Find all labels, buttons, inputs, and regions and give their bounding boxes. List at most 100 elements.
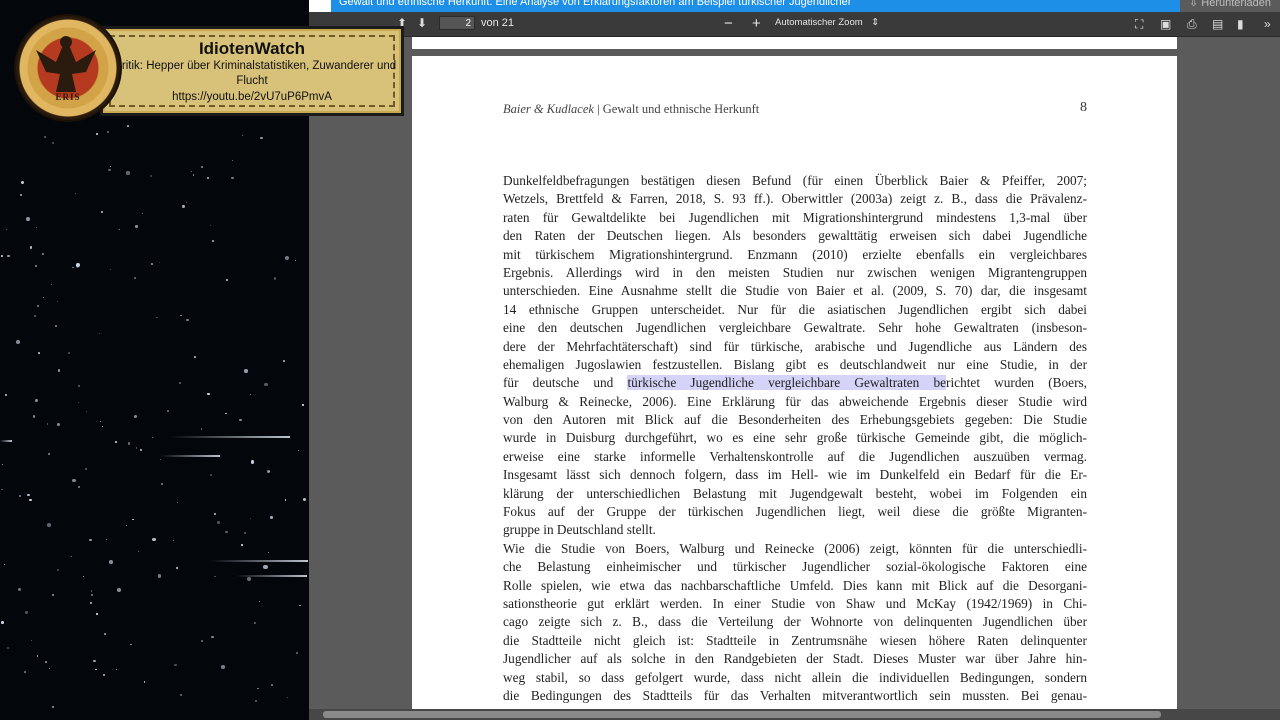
star-dot (71, 266, 74, 269)
star-dot (243, 532, 246, 535)
text-line: für deutsche und türkische Jugendliche v… (503, 374, 1087, 392)
star-dot (47, 522, 51, 527)
zoom-out-button[interactable]: − (724, 15, 733, 32)
text-line: eine den deutschen Jugendlichen vergleic… (503, 319, 1087, 337)
star-dot (44, 661, 47, 664)
page-number: 8 (1080, 100, 1087, 115)
light-streak (170, 436, 290, 438)
document-body: Dunkelfeldbefragungen bestätigen diesen … (503, 172, 1087, 705)
star-dot (20, 194, 23, 197)
star-dot (135, 225, 138, 228)
star-dot (242, 134, 244, 136)
zoom-select[interactable]: Automatischer Zoom ⇕ (771, 15, 885, 31)
star-dot (4, 393, 8, 396)
star-dot (250, 460, 255, 464)
star-dot (7, 254, 10, 258)
star-dot (284, 499, 287, 501)
star-dot (19, 495, 22, 498)
text-segment: raten für Gewaltdelikte bei Jugendlichen… (503, 209, 1087, 225)
text-line: dere der Mehrfachtäterschaft) sind für t… (503, 338, 1087, 356)
star-dot (271, 684, 274, 686)
star-dot (26, 217, 30, 221)
star-dot (200, 427, 203, 430)
star-dot (57, 300, 59, 302)
text-segment: Dunkelfeldbefragungen bestätigen diesen … (503, 173, 1087, 188)
star-dot (90, 590, 92, 592)
star-dot (213, 512, 216, 515)
star-dot (211, 636, 214, 639)
video-url[interactable]: https://youtu.be/2vU7uP6PmvA (103, 91, 401, 103)
text-line: sationstheorie gut erklärt werden. In ei… (503, 595, 1087, 613)
text-line: mit türkischem Migrationshintergrund. En… (503, 246, 1087, 264)
bookmark-icon[interactable]: ▮ (1237, 17, 1244, 31)
download-label: Herunterladen (1201, 0, 1271, 9)
star-dot (174, 663, 177, 666)
text-line: Ergebnis. Allerdings wird in den meisten… (503, 264, 1087, 282)
star-dot (35, 226, 38, 228)
star-dot (36, 304, 39, 307)
star-dot (107, 168, 111, 172)
seal-text: ERIS (55, 92, 81, 102)
star-dot (95, 668, 97, 671)
star-dot (254, 621, 256, 624)
star-dot (210, 225, 212, 227)
star-dot (231, 177, 234, 180)
text-line: unterschieden. Eine Ausnahme stellt die … (503, 282, 1087, 300)
fullscreen-icon[interactable]: ⛶ (1135, 17, 1143, 32)
star-dot (274, 277, 277, 280)
text-line: die Stadtteile nicht gleich ist: Stadtte… (503, 632, 1087, 650)
document-tab-title[interactable]: Gewalt und ethnische Herkunft: Eine Anal… (339, 0, 851, 8)
star-dot (110, 269, 112, 271)
tools-icon[interactable]: » (1264, 17, 1271, 31)
star-dot (20, 180, 24, 185)
text-line: raten für Gewaltdelikte bei Jugendlichen… (503, 209, 1087, 227)
zoom-in-button[interactable]: + (752, 15, 761, 32)
star-dot (101, 211, 103, 214)
star-dot (35, 399, 38, 402)
open-file-icon[interactable]: ▣ (1160, 17, 1171, 31)
back-arrow-icon[interactable] (309, 0, 331, 12)
text-segment: cago zeigte sich z. B., dass die Verteil… (503, 614, 1087, 630)
next-page-icon[interactable]: ⬇ (417, 16, 427, 30)
download-button[interactable]: ⇩ Herunterladen (1189, 0, 1271, 9)
star-dot (119, 229, 121, 231)
star-dot (166, 410, 169, 413)
star-dot (70, 555, 73, 558)
star-dot (159, 262, 161, 264)
text-segment: Wie die Studie von Boers, Walburg und Re… (503, 540, 1087, 556)
star-dot (25, 611, 28, 614)
save-icon[interactable]: ▤ (1212, 17, 1223, 31)
star-dot (182, 205, 185, 208)
star-dot (51, 283, 53, 286)
scrollbar-thumb[interactable] (323, 711, 1161, 718)
zoom-select-value: Automatischer Zoom (775, 17, 863, 28)
print-icon[interactable]: ⎙ (1187, 17, 1197, 32)
text-segment: richtet wurden (Boers, (946, 375, 1087, 391)
star-dot (179, 382, 181, 384)
star-dot (96, 132, 99, 135)
star-dot (151, 436, 154, 439)
light-streak (210, 560, 308, 562)
text-segment: Fokus auf der Gruppe der türkischen Juge… (503, 504, 1087, 520)
page-number-input[interactable]: 2 (439, 16, 475, 30)
star-dot (17, 587, 21, 591)
star-dot (159, 458, 162, 461)
star-dot (90, 594, 93, 597)
star-dot (30, 639, 33, 642)
star-dot (266, 469, 271, 473)
text-segment: che Belastung einheimischer und türkisch… (503, 559, 1087, 575)
channel-name: IdiotenWatch (198, 39, 306, 58)
highlighted-text: türkische Jugendliche vergleichbare Gewa… (627, 375, 947, 391)
text-line: Dunkelfeldbefragungen bestätigen diesen … (503, 172, 1087, 190)
text-segment: eine den deutschen Jugendlichen vergleic… (503, 320, 1087, 336)
star-dot (82, 576, 84, 578)
star-dot (101, 425, 103, 427)
star-dot (54, 324, 57, 328)
star-dot (239, 418, 242, 421)
horizontal-scrollbar[interactable] (309, 709, 1280, 720)
star-dot (34, 315, 36, 317)
star-dot (180, 315, 182, 317)
star-dot (264, 382, 268, 386)
text-segment: die Stadtteile nicht gleich ist: Stadtte… (503, 632, 1087, 648)
star-dot (193, 355, 196, 358)
